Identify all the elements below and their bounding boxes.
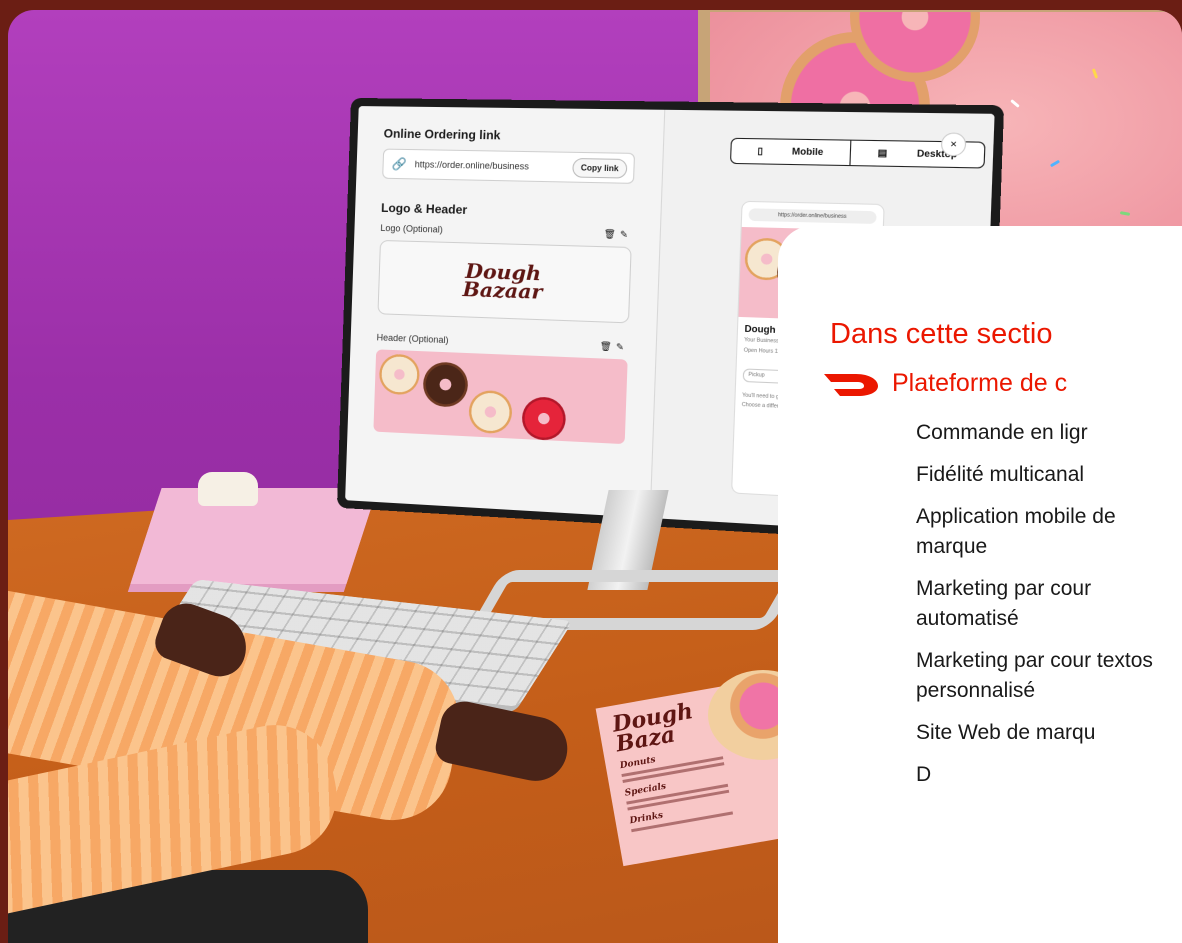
logo-text-line: Bazaar xyxy=(462,280,542,301)
section-nav-card: Dans cette sectio Plateforme de c Comman… xyxy=(778,226,1182,943)
logo-upload[interactable]: Dough Bazaar xyxy=(377,240,631,323)
doordash-logo-icon xyxy=(824,372,878,396)
online-ordering-label: Online Ordering link xyxy=(383,126,635,144)
list-item[interactable]: Site Web de marqu xyxy=(916,718,1182,748)
list-item[interactable]: Commande en ligr xyxy=(916,418,1182,448)
donut-image xyxy=(422,361,468,407)
desktop-icon: ▤ xyxy=(864,141,904,165)
trash-icon[interactable]: 🗑 xyxy=(600,341,617,352)
list-item[interactable]: D xyxy=(916,760,1182,790)
mobile-toggle-label: Mobile xyxy=(778,140,837,164)
editor-pane: Online Ordering link 🔗 https://order.onl… xyxy=(345,106,665,518)
list-item[interactable]: Fidélité multicanal xyxy=(916,460,1182,490)
donut-image xyxy=(468,390,513,435)
tape-dispenser xyxy=(198,472,258,506)
ordering-link-field[interactable]: 🔗 https://order.online/business Copy lin… xyxy=(382,149,635,184)
donut-image xyxy=(379,354,421,396)
trash-icon[interactable]: 🗑 xyxy=(604,229,621,240)
link-icon: 🔗 xyxy=(391,157,406,171)
sprinkle xyxy=(1010,99,1020,108)
platform-section-label: Plateforme de c xyxy=(892,369,1067,398)
mobile-toggle[interactable]: ▯ Mobile xyxy=(731,139,851,165)
header-upload[interactable] xyxy=(373,349,627,444)
phone-icon: ▯ xyxy=(744,139,779,163)
ordering-link-url: https://order.online/business xyxy=(415,159,565,172)
list-item[interactable]: Marketing par cour automatisé xyxy=(916,574,1182,634)
logo-preview: Dough Bazaar xyxy=(462,262,543,301)
list-item[interactable]: Application mobile de marque xyxy=(916,502,1182,562)
logo-label-row: Logo (Optional) 🗑✎ xyxy=(380,223,632,241)
section-list: Commande en ligr Fidélité multicanal App… xyxy=(916,418,1182,790)
pencil-icon[interactable]: ✎ xyxy=(616,342,629,353)
copy-link-button[interactable]: Copy link xyxy=(572,157,627,178)
sprinkle xyxy=(1092,68,1098,78)
phone-url-bar: https://order.online/business xyxy=(748,208,876,224)
list-item[interactable]: Marketing par cour textos personnalisé xyxy=(916,646,1182,706)
header-tools: 🗑✎ xyxy=(599,341,628,353)
logo-label: Logo (Optional) xyxy=(380,223,443,236)
section-heading: Dans cette sectio xyxy=(830,318,1182,351)
logo-tools: 🗑✎ xyxy=(603,229,632,241)
platform-section-link[interactable]: Plateforme de c xyxy=(824,369,1182,398)
pencil-icon[interactable]: ✎ xyxy=(620,229,633,240)
sprinkle xyxy=(1120,211,1130,216)
header-label: Header (Optional) xyxy=(376,332,448,346)
logo-header-title: Logo & Header xyxy=(381,201,633,221)
donut-image xyxy=(521,396,566,441)
sprinkle xyxy=(1050,160,1060,168)
